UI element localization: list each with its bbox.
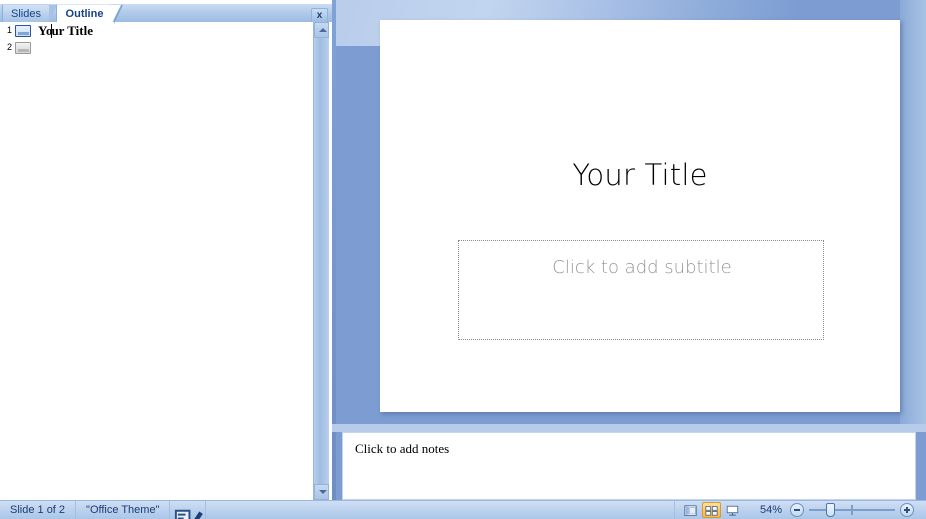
slide-thumbnail-icon[interactable] xyxy=(15,24,31,37)
slide-sorter-button[interactable] xyxy=(702,502,721,518)
status-spacer xyxy=(206,501,674,519)
workspace-top-band xyxy=(332,4,926,18)
status-theme-name[interactable]: "Office Theme" xyxy=(76,500,171,519)
scroll-down-button[interactable] xyxy=(314,484,329,500)
notes-pane[interactable]: Click to add notes xyxy=(342,432,916,500)
slide-canvas[interactable]: Your Title Click to add subtitle xyxy=(380,20,900,412)
spellcheck-icon xyxy=(175,509,204,519)
close-pane-button[interactable]: x xyxy=(311,8,328,23)
slide-show-button[interactable] xyxy=(723,502,742,518)
subtitle-placeholder-text: Click to add subtitle xyxy=(552,257,732,278)
close-icon: x xyxy=(316,10,323,21)
subtitle-placeholder[interactable]: Click to add subtitle xyxy=(458,240,824,340)
tab-outline-label: Outline xyxy=(65,8,104,20)
outline-title-after-caret: ur Title xyxy=(51,23,93,38)
outline-row-number: 1 xyxy=(6,25,12,35)
outline-pane: Slides Outline x 1 Your Title 2 xyxy=(0,0,332,500)
tab-slides-label: Slides xyxy=(11,8,41,20)
list-item[interactable]: 1 Your Title xyxy=(0,22,313,39)
tab-outline[interactable]: Outline xyxy=(56,4,123,24)
normal-view-button[interactable] xyxy=(681,502,700,518)
spellcheck-button[interactable] xyxy=(170,500,207,519)
list-item[interactable]: 2 xyxy=(0,39,313,56)
slide-show-icon xyxy=(726,505,739,516)
zoom-in-button[interactable] xyxy=(900,503,914,517)
powerpoint-window: Slides Outline x 1 Your Title 2 Your Tit… xyxy=(0,0,926,519)
outline-list[interactable]: 1 Your Title 2 xyxy=(0,22,313,500)
outline-row-number: 2 xyxy=(6,42,12,52)
notes-splitter[interactable] xyxy=(332,424,926,432)
zoom-slider-track[interactable] xyxy=(809,503,895,517)
status-right-pad xyxy=(914,501,926,519)
outline-scrollbar[interactable] xyxy=(313,22,329,500)
slide-sorter-icon xyxy=(705,506,718,516)
status-slide-indicator[interactable]: Slide 1 of 2 xyxy=(0,500,77,519)
zoom-slider-midtick xyxy=(851,505,853,515)
notes-placeholder-text: Click to add notes xyxy=(355,441,450,456)
slide-workspace: Your Title Click to add subtitle Click t… xyxy=(332,0,926,500)
scrollbar-track[interactable] xyxy=(314,38,329,484)
normal-view-icon xyxy=(684,505,697,516)
arrow-down-icon xyxy=(319,490,327,494)
tab-slides[interactable]: Slides xyxy=(2,4,57,23)
scroll-up-button[interactable] xyxy=(314,22,329,38)
zoom-slider-thumb[interactable] xyxy=(826,503,835,517)
arrow-up-icon xyxy=(319,28,327,32)
view-buttons-group xyxy=(674,500,744,519)
pane-tabstrip: Slides Outline x xyxy=(0,4,332,24)
slide-title-text[interactable]: Your Title xyxy=(428,158,852,192)
zoom-out-button[interactable] xyxy=(790,503,804,517)
slide-thumbnail-icon[interactable] xyxy=(15,41,31,54)
zoom-slider-control[interactable] xyxy=(790,501,914,519)
outline-row-title[interactable]: Your Title xyxy=(38,22,93,39)
zoom-level-label[interactable]: 54% xyxy=(752,504,782,516)
status-bar: Slide 1 of 2 "Office Theme" 54% xyxy=(0,500,926,519)
workspace-right-band xyxy=(900,0,926,424)
